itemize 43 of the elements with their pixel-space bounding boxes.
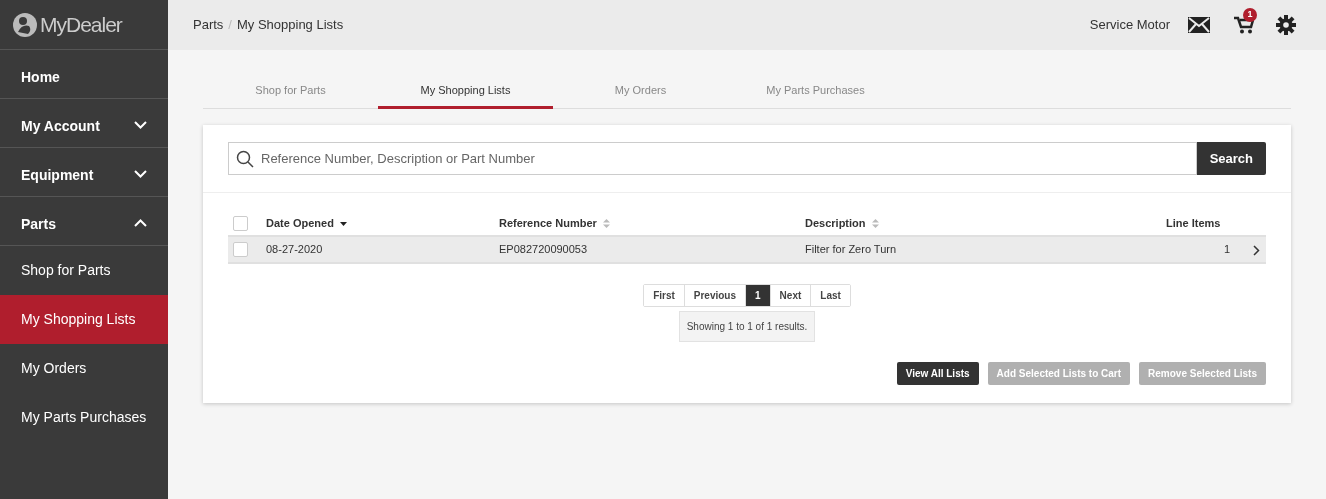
- checkbox[interactable]: [233, 215, 248, 231]
- breadcrumb-separator: /: [228, 16, 232, 35]
- page-button[interactable]: Last: [810, 285, 850, 306]
- chevron-down-icon: [134, 121, 147, 129]
- chevron-right-icon[interactable]: [1253, 244, 1260, 256]
- search-field[interactable]: Reference Number, Description or Part Number: [228, 142, 1197, 175]
- sort-icon: [602, 218, 610, 228]
- mail-icon[interactable]: [1188, 17, 1210, 33]
- sidebar-item[interactable]: Home: [0, 50, 168, 99]
- results-summary: Showing 1 to 1 of 1 results.: [678, 311, 816, 342]
- checkbox[interactable]: [233, 242, 248, 257]
- search-icon: [236, 150, 254, 168]
- sidebar-item[interactable]: Parts: [0, 197, 168, 246]
- sidebar-item[interactable]: Equipment: [0, 148, 168, 197]
- action-button[interactable]: View All Lists: [896, 362, 979, 385]
- table-cell: 08-27-2020: [266, 243, 323, 256]
- brand-name: MyDealer: [40, 11, 122, 38]
- breadcrumb-link[interactable]: Parts: [193, 15, 224, 35]
- column-header[interactable]: Reference Number: [499, 214, 610, 232]
- cart-icon[interactable]: [1234, 16, 1254, 34]
- sidebar-item[interactable]: My Shopping Lists: [0, 295, 168, 344]
- search-button[interactable]: Search: [1196, 142, 1266, 175]
- table-cell: 1: [1223, 243, 1230, 256]
- table-cell: Filter for Zero Turn: [805, 243, 897, 256]
- column-header: Line Items: [1166, 215, 1221, 231]
- sort-icon: [871, 218, 879, 228]
- user-name[interactable]: Service Motor: [1089, 15, 1170, 35]
- logo-icon: [12, 11, 38, 38]
- tab[interactable]: My Shopping Lists: [378, 75, 553, 109]
- table-cell: EP082720090053: [499, 243, 588, 256]
- settings-icon[interactable]: [1276, 15, 1296, 35]
- chevron-down-icon: [134, 170, 147, 178]
- column-header[interactable]: Date Opened: [266, 214, 347, 232]
- cart-count-badge: 1: [1243, 8, 1257, 22]
- sidebar-item[interactable]: My Parts Purchases: [0, 393, 168, 442]
- table-row[interactable]: 08-27-2020 EP082720090053 Filter for Zero Turn 1: [228, 236, 1266, 263]
- chevron-up-icon: [134, 219, 147, 227]
- page-button[interactable]: 1: [745, 285, 770, 306]
- sidebar-item[interactable]: My Orders: [0, 344, 168, 393]
- sidebar-item[interactable]: Shop for Parts: [0, 246, 168, 295]
- column-header[interactable]: Description: [805, 214, 879, 232]
- breadcrumb-link[interactable]: My Shopping Lists: [236, 15, 344, 35]
- sidebar-item[interactable]: My Account: [0, 99, 168, 148]
